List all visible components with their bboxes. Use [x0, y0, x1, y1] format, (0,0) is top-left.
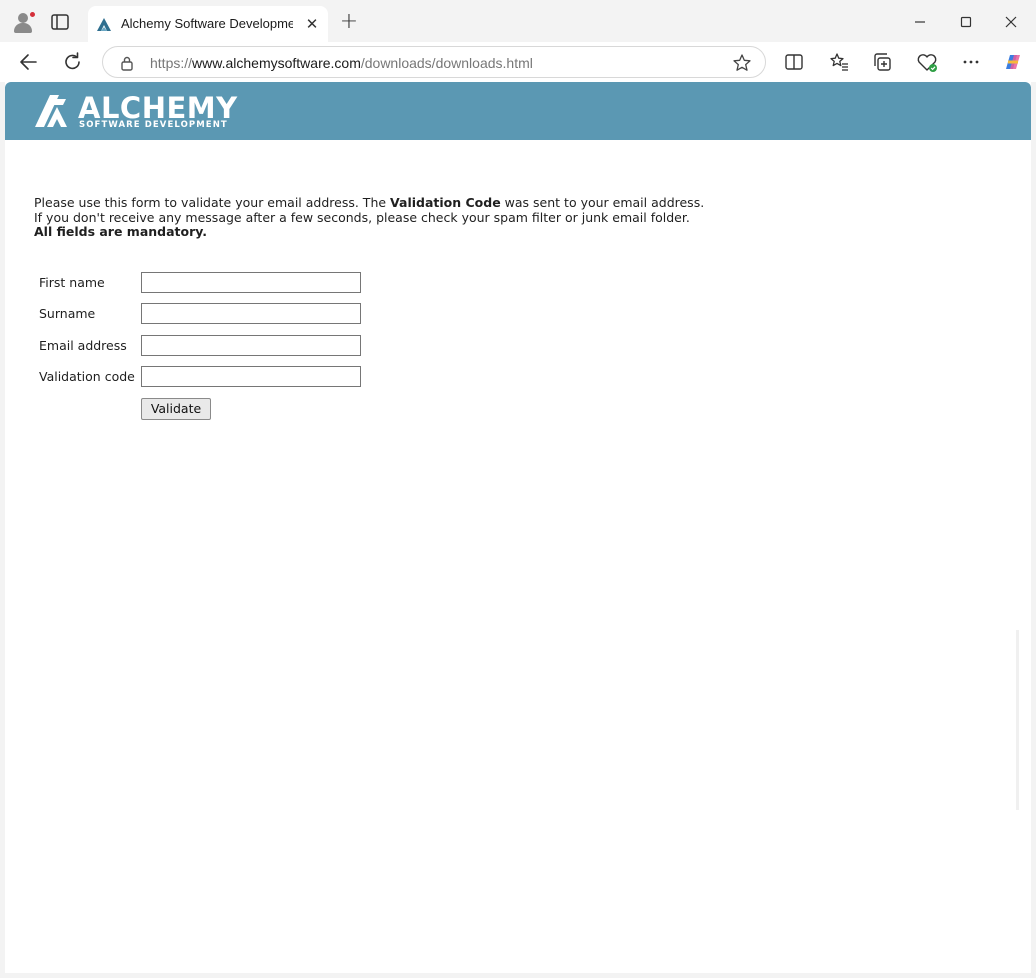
logo-subtitle: SOFTWARE DEVELOPMENT	[79, 120, 228, 130]
split-screen-icon[interactable]	[781, 50, 807, 74]
favorites-icon[interactable]	[826, 50, 852, 74]
new-tab-button[interactable]: +	[338, 11, 360, 34]
tab-actions-icon[interactable]	[51, 14, 69, 30]
validation-code-label: Validation code	[39, 369, 135, 384]
browser-essentials-icon[interactable]	[914, 50, 940, 74]
url-scheme: https://	[150, 55, 193, 71]
validation-code-input[interactable]	[141, 366, 361, 387]
logo-wordmark: ALCHEMY	[78, 91, 238, 125]
first-name-input[interactable]	[141, 272, 361, 293]
surname-label: Surname	[39, 306, 96, 321]
maximize-icon[interactable]	[953, 10, 979, 34]
site-header-banner: ALCHEMY SOFTWARE DEVELOPMENT	[5, 82, 1031, 140]
validation-code-emphasis: Validation Code	[390, 195, 501, 210]
intro-line-1: Please use this form to validate your em…	[34, 195, 705, 211]
back-arrow-icon[interactable]	[16, 50, 42, 74]
intro-line-1-start: Please use this form to validate your em…	[34, 195, 391, 210]
intro-text: Please use this form to validate your em…	[34, 195, 705, 240]
browser-titlebar: Alchemy Software Development | ✕ +	[0, 0, 1036, 42]
surname-input[interactable]	[141, 303, 361, 324]
validation-code-row: Validation code	[39, 366, 379, 388]
more-icon[interactable]	[958, 50, 984, 74]
url-path: /downloads/downloads.html	[360, 55, 533, 71]
surname-row: Surname	[39, 303, 379, 325]
page-viewport: ALCHEMY SOFTWARE DEVELOPMENT Please use …	[5, 82, 1031, 973]
close-window-icon[interactable]	[998, 10, 1024, 34]
minimize-icon[interactable]	[907, 10, 933, 34]
active-tab[interactable]: Alchemy Software Development | ✕	[88, 6, 328, 42]
email-address-input[interactable]	[141, 335, 361, 356]
refresh-icon[interactable]	[60, 50, 86, 74]
profile-body	[14, 23, 32, 33]
star-icon[interactable]	[732, 53, 752, 73]
lock-icon[interactable]	[120, 55, 134, 71]
url-host: www.alchemysoftware.com	[192, 55, 361, 71]
close-tab-icon[interactable]: ✕	[302, 14, 322, 34]
copilot-icon[interactable]	[1000, 50, 1026, 74]
email-address-label: Email address	[39, 338, 127, 353]
mandatory-notice: All fields are mandatory.	[34, 224, 704, 240]
first-name-row: First name	[39, 272, 379, 294]
email-address-row: Email address	[39, 335, 379, 357]
address-bar[interactable]: https://www.alchemysoftware.com/download…	[102, 46, 766, 78]
tab-title: Alchemy Software Development |	[121, 16, 293, 31]
first-name-label: First name	[39, 275, 105, 290]
profile-notification-dot	[29, 11, 36, 18]
validate-button[interactable]: Validate	[141, 398, 211, 420]
url-text[interactable]: https://www.alchemysoftware.com/download…	[150, 55, 533, 71]
scrollbar[interactable]	[1016, 630, 1019, 810]
intro-line-2: If you don't receive any message after a…	[34, 209, 690, 225]
intro-line-1-end: was sent to your email address.	[500, 195, 705, 210]
mandatory-notice-text: All fields are mandatory.	[34, 224, 208, 239]
alchemy-favicon-icon	[97, 18, 111, 31]
browser-toolbar: https://www.alchemysoftware.com/download…	[0, 42, 1036, 82]
profile-head	[18, 13, 28, 23]
profile-avatar-icon[interactable]	[12, 11, 36, 33]
alchemy-logo-mark-icon	[35, 95, 67, 127]
alchemy-logo[interactable]: ALCHEMY SOFTWARE DEVELOPMENT	[33, 91, 237, 131]
collections-icon[interactable]	[870, 50, 896, 74]
